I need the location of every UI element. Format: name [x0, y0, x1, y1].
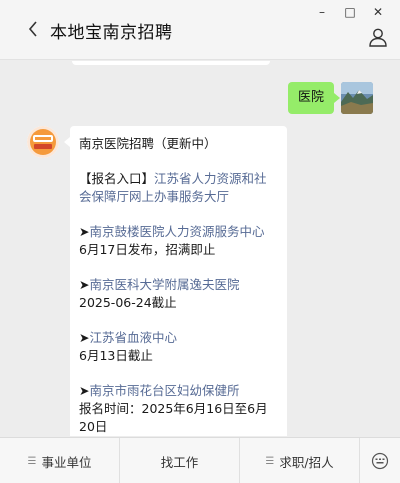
window-controls: – □ ✕ — [308, 4, 392, 20]
previous-message-bubble — [72, 61, 270, 65]
chat-header: – □ ✕ 本地宝南京招聘 — [0, 0, 400, 60]
entry-prefix: 【报名入口】 — [79, 171, 155, 186]
menu-item-shiye[interactable]: ☰ 事业单位 — [0, 438, 120, 483]
user-message-row: 医院 — [287, 82, 373, 114]
bot-message-bubble[interactable]: 南京医院招聘（更新中） 【报名入口】江苏省人力资源和社会保障厅网上办事服务大厅 … — [64, 126, 287, 436]
chat-area[interactable]: 医院 南京医院招聘（更新中） 【报名入口】江苏省人力资源和社会保障厅网上办事服务… — [0, 61, 400, 436]
item-link[interactable]: 南京鼓楼医院人力资源服务中心 — [89, 224, 264, 239]
menu-list-icon: ☰ — [27, 455, 37, 467]
item-note: 6月13日截止 — [79, 348, 153, 363]
chevron-left-icon[interactable] — [26, 20, 40, 38]
arrow-icon: ➤ — [79, 224, 90, 239]
item-note: 2025-06-24截止 — [79, 295, 177, 310]
message-heading: 南京医院招聘（更新中） — [79, 136, 217, 151]
list-item: ➤江苏省血液中心 6月13日截止 — [79, 329, 278, 365]
item-note: 6月17日发布，招满即止 — [79, 242, 216, 257]
minimize-button[interactable]: – — [308, 4, 336, 20]
keyboard-icon[interactable] — [360, 438, 400, 483]
user-message-bubble[interactable]: 医院 — [287, 82, 341, 114]
item-note: 报名时间：2025年6月16日至6月20日 — [79, 401, 268, 434]
menu-list-icon: ☰ — [265, 455, 274, 467]
person-icon[interactable] — [368, 27, 388, 47]
menu-item-label: 找工作 — [160, 454, 199, 470]
item-link[interactable]: 南京市雨花台区妇幼保健所 — [89, 383, 239, 398]
arrow-icon: ➤ — [79, 277, 90, 292]
menu-item-find-job[interactable]: 找工作 — [120, 438, 240, 483]
chat-title: 本地宝南京招聘 — [50, 23, 173, 43]
list-item: ➤南京市雨花台区妇幼保健所 报名时间：2025年6月16日至6月20日 — [79, 382, 278, 436]
bottom-menu: ☰ 事业单位 找工作 ☰ 求职/招人 — [0, 437, 400, 483]
arrow-icon: ➤ — [79, 383, 90, 398]
item-link[interactable]: 江苏省血液中心 — [89, 330, 177, 345]
close-button[interactable]: ✕ — [364, 4, 392, 20]
maximize-button[interactable]: □ — [336, 4, 364, 20]
entry-paragraph: 【报名入口】江苏省人力资源和社会保障厅网上办事服务大厅 — [79, 170, 278, 206]
bot-avatar[interactable] — [27, 126, 59, 158]
menu-item-label: 事业单位 — [41, 454, 92, 470]
menu-item-label: 求职/招人 — [279, 454, 334, 470]
list-item: ➤南京医科大学附属逸夫医院 2025-06-24截止 — [79, 276, 278, 312]
list-item: ➤南京鼓楼医院人力资源服务中心 6月17日发布，招满即止 — [79, 223, 278, 259]
menu-item-jobseek[interactable]: ☰ 求职/招人 — [240, 438, 360, 483]
item-link[interactable]: 南京医科大学附属逸夫医院 — [89, 277, 239, 292]
arrow-icon: ➤ — [79, 330, 90, 345]
user-avatar[interactable] — [341, 82, 373, 114]
